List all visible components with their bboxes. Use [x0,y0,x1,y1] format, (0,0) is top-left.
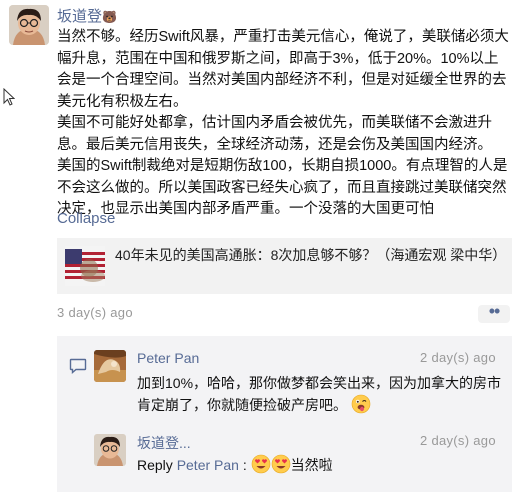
heart-eyes-emoji [271,454,291,474]
post-timestamp: 3 day(s) ago [57,305,133,320]
article-thumbnail [65,246,105,286]
post-paragraph: 美国不可能好处都拿，估计国内矛盾会被优先，而美联储不会激进升息。最后美元信用丧失… [57,115,492,153]
reply-to-name[interactable]: Peter Pan [177,457,239,473]
post-paragraph: 当然不够。经历Swift风暴，严重打击美元信心，俺说了，美联储必须大幅升息，范围… [57,29,509,110]
commenter-name[interactable]: 坂道登... [137,433,191,453]
more-actions-button[interactable]: •• [478,302,510,323]
commenter-avatar[interactable] [94,350,126,382]
comments-section: Peter Pan 2 day(s) ago 加到10%，哈哈，那你做梦都会笑出… [57,336,512,492]
comment-timestamp: 2 day(s) ago [420,433,496,448]
post-paragraph: 美国的Swift制裁绝对是短期伤敌100，长期自损1000。有点理智的人是不会这… [57,158,508,217]
comment-bubble-icon [69,358,87,379]
commenter-avatar[interactable] [94,434,126,466]
reply-text: Reply Peter Pan : 当然啦 [137,454,502,476]
comment-text-body: 加到10%，哈哈，那你做梦都会笑出来，因为加拿大的房市肯定崩了，你就随便捡破产房… [137,375,502,413]
comment-text: 加到10%，哈哈，那你做梦都会笑出来，因为加拿大的房市肯定崩了，你就随便捡破产房… [137,372,502,416]
mouse-pointer-icon [3,87,16,111]
post-body: 当然不够。经历Swift风暴，严重打击美元信心，俺说了，美联储必须大幅升息，范围… [57,27,512,221]
commenter-name[interactable]: Peter Pan [137,350,199,366]
author-name-text[interactable]: 坂道登 [57,8,102,25]
author-avatar[interactable] [9,5,49,45]
shared-article-card[interactable]: 40年未见的美国高通胀：8次加息够不够？（海通宏观 梁中华） [57,238,512,294]
bear-emoji: 🐻 [102,10,117,24]
comment-timestamp: 2 day(s) ago [420,350,496,365]
tongue-wink-emoji [351,394,371,414]
reply-text-body: 当然啦 [290,457,333,473]
collapse-link[interactable]: Collapse [57,210,115,227]
author-name[interactable]: 坂道登🐻 [57,5,117,26]
shared-article-title[interactable]: 40年未见的美国高通胀：8次加息够不够？（海通宏观 梁中华） [115,245,506,266]
heart-eyes-emoji [251,454,271,474]
reply-separator: : [242,457,247,473]
reply-prefix: Reply [137,457,173,473]
